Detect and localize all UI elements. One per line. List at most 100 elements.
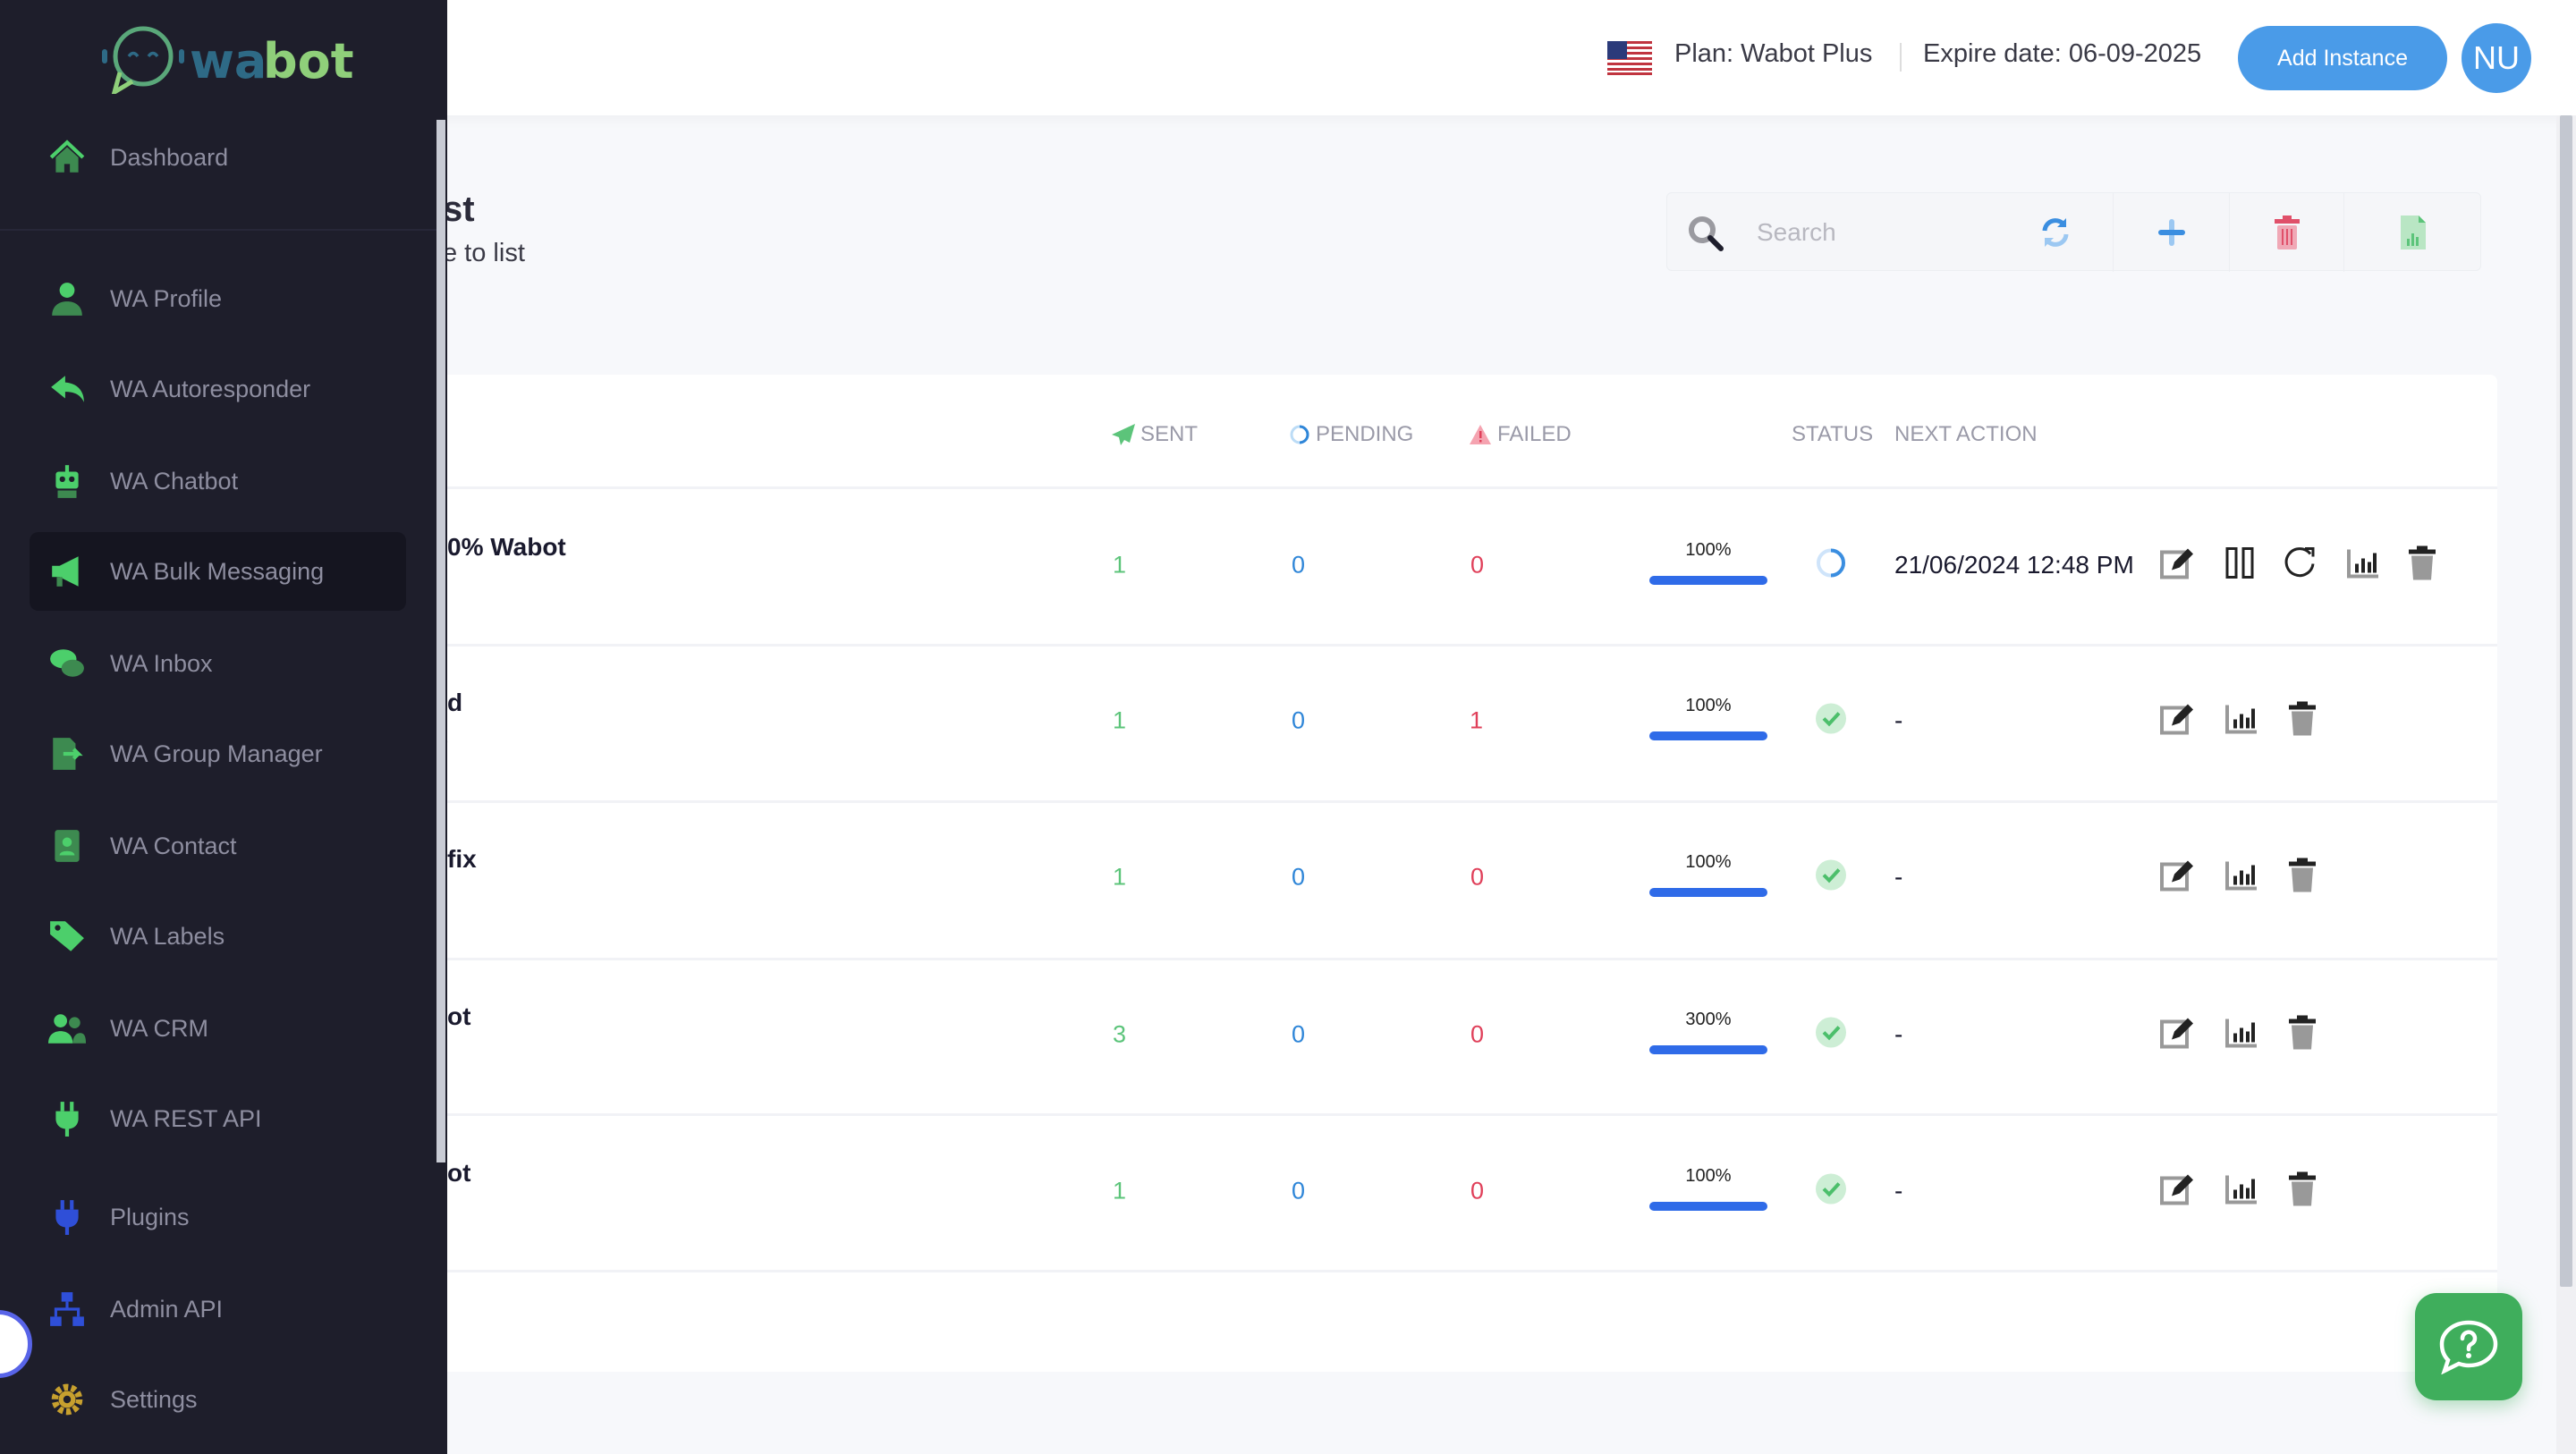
sidebar-item-admin-api[interactable]: Admin API bbox=[30, 1270, 406, 1348]
report-icon[interactable] bbox=[2347, 548, 2379, 583]
svg-text:wa: wa bbox=[190, 33, 267, 89]
sidebar-item-wa-bulk-messaging[interactable]: WA Bulk Messaging bbox=[30, 532, 406, 611]
list-toolbar bbox=[1666, 192, 2482, 272]
user-icon bbox=[43, 280, 91, 317]
delete-icon[interactable] bbox=[2288, 1171, 2317, 1211]
edit-icon[interactable] bbox=[2159, 701, 2195, 741]
us-flag-icon[interactable] bbox=[1607, 41, 1652, 75]
delete-icon[interactable] bbox=[2288, 1015, 2317, 1054]
progress-bar bbox=[1649, 888, 1767, 897]
sidebar-item-label: WA CRM bbox=[110, 1014, 208, 1042]
next-action: - bbox=[1894, 1020, 1903, 1048]
plug-icon bbox=[43, 1100, 91, 1137]
edit-icon[interactable] bbox=[2159, 1171, 2195, 1212]
header-status[interactable]: STATUS bbox=[1792, 422, 1873, 447]
campaign-name[interactable]: ot bbox=[447, 1002, 470, 1031]
sent-count: 3 bbox=[1113, 1020, 1127, 1048]
report-icon[interactable] bbox=[2225, 860, 2258, 895]
sidebar-item-label: Dashboard bbox=[110, 143, 229, 171]
home-icon bbox=[43, 139, 91, 176]
progress-bar bbox=[1649, 731, 1767, 740]
sent-count: 1 bbox=[1113, 863, 1127, 891]
sidebar-item-wa-autoresponder[interactable]: WA Autoresponder bbox=[30, 350, 406, 428]
sidebar-item-label: WA Inbox bbox=[110, 649, 213, 677]
header-failed[interactable]: FAILED bbox=[1469, 422, 1572, 447]
campaign-name[interactable]: d bbox=[447, 689, 462, 717]
edit-icon[interactable] bbox=[2159, 858, 2195, 898]
pause-icon[interactable] bbox=[2224, 547, 2255, 584]
sidebar-item-wa-chatbot[interactable]: WA Chatbot bbox=[30, 442, 406, 520]
search-input[interactable] bbox=[1757, 211, 1989, 254]
add-button[interactable] bbox=[2113, 193, 2229, 272]
progress-label: 100% bbox=[1685, 1166, 1732, 1186]
sent-count: 1 bbox=[1113, 1177, 1127, 1205]
sidebar-item-wa-crm[interactable]: WA CRM bbox=[30, 989, 406, 1068]
search-icon bbox=[1689, 216, 1724, 251]
failed-count: 0 bbox=[1470, 863, 1485, 891]
restart-icon[interactable] bbox=[2284, 546, 2318, 585]
sidebar-divider bbox=[0, 229, 436, 231]
sidebar-item-dashboard[interactable]: Dashboard bbox=[30, 118, 406, 197]
sidebar-item-label: WA Profile bbox=[110, 284, 223, 312]
sidebar-item-wa-rest-api[interactable]: WA REST API bbox=[30, 1079, 406, 1158]
edit-icon[interactable] bbox=[2159, 1015, 2195, 1055]
chat-icon bbox=[43, 645, 91, 682]
sidebar-item-wa-profile[interactable]: WA Profile bbox=[30, 259, 406, 338]
scrollbar-thumb[interactable] bbox=[2560, 115, 2572, 1287]
check-circle-icon bbox=[1815, 1017, 1847, 1053]
sidebar-item-wa-labels[interactable]: WA Labels bbox=[30, 897, 406, 976]
wabot-logo[interactable]: wa bot bbox=[98, 22, 358, 94]
export-button[interactable] bbox=[2343, 193, 2482, 272]
sidebar-item-label: WA Contact bbox=[110, 832, 237, 859]
header-next-action[interactable]: NEXT ACTION bbox=[1894, 422, 2038, 447]
sidebar-item-wa-inbox[interactable]: WA Inbox bbox=[30, 624, 406, 703]
plug-icon bbox=[43, 1198, 91, 1236]
refresh-icon bbox=[2042, 218, 2069, 247]
reply-icon bbox=[43, 370, 91, 408]
sent-count: 1 bbox=[1113, 706, 1127, 734]
sidebar-item-label: WA Labels bbox=[110, 922, 225, 950]
campaign-name[interactable]: ot bbox=[447, 1159, 470, 1188]
delete-icon[interactable] bbox=[2288, 701, 2317, 740]
sidebar-item-label: Plugins bbox=[110, 1203, 190, 1230]
edit-icon[interactable] bbox=[2159, 545, 2195, 586]
paper-plane-icon bbox=[1112, 424, 1135, 445]
gear-icon bbox=[43, 1381, 91, 1418]
sidebar-item-wa-group-manager[interactable]: WA Group Manager bbox=[30, 714, 406, 793]
add-instance-button[interactable]: Add Instance bbox=[2238, 26, 2447, 90]
warning-icon bbox=[1470, 425, 1491, 444]
sitemap-icon bbox=[43, 1290, 91, 1328]
campaign-name[interactable]: fix bbox=[447, 845, 477, 874]
delete-icon[interactable] bbox=[2408, 545, 2436, 585]
main-scrollbar[interactable] bbox=[2556, 115, 2576, 1454]
refresh-button[interactable] bbox=[1998, 193, 2113, 272]
sidebar-scrollbar[interactable] bbox=[436, 120, 445, 1162]
sidebar-item-wa-contact[interactable]: WA Contact bbox=[30, 807, 406, 885]
header-pending[interactable]: PENDING bbox=[1289, 422, 1413, 447]
delete-icon[interactable] bbox=[2288, 858, 2317, 897]
failed-count: 0 bbox=[1470, 551, 1485, 579]
report-icon[interactable] bbox=[2225, 1174, 2258, 1209]
sidebar-item-label: WA Chatbot bbox=[110, 467, 239, 495]
sidebar-item-plugins[interactable]: Plugins bbox=[30, 1178, 406, 1256]
sidebar-item-label: Admin API bbox=[110, 1295, 224, 1323]
megaphone-icon bbox=[43, 553, 91, 590]
report-icon[interactable] bbox=[2225, 1018, 2258, 1052]
row-divider bbox=[447, 1113, 2497, 1116]
progress-label: 100% bbox=[1685, 696, 1732, 715]
trash-icon bbox=[2274, 216, 2300, 249]
avatar[interactable]: NU bbox=[2462, 23, 2531, 93]
check-circle-icon bbox=[1815, 703, 1847, 740]
delete-selected-button[interactable] bbox=[2229, 193, 2343, 272]
plus-icon bbox=[2157, 219, 2185, 246]
help-chat-button[interactable] bbox=[2415, 1293, 2522, 1400]
robot-icon bbox=[43, 462, 91, 500]
progress-bar bbox=[1649, 576, 1767, 585]
report-icon[interactable] bbox=[2225, 704, 2258, 739]
progress-bar bbox=[1649, 1045, 1767, 1054]
header-sent[interactable]: SENT bbox=[1112, 422, 1198, 447]
next-action: 21/06/2024 12:48 PM bbox=[1894, 551, 2134, 579]
sidebar-item-settings[interactable]: Settings bbox=[30, 1360, 406, 1439]
divider bbox=[1900, 43, 1902, 72]
campaign-name[interactable]: 0% Wabot bbox=[447, 533, 566, 562]
